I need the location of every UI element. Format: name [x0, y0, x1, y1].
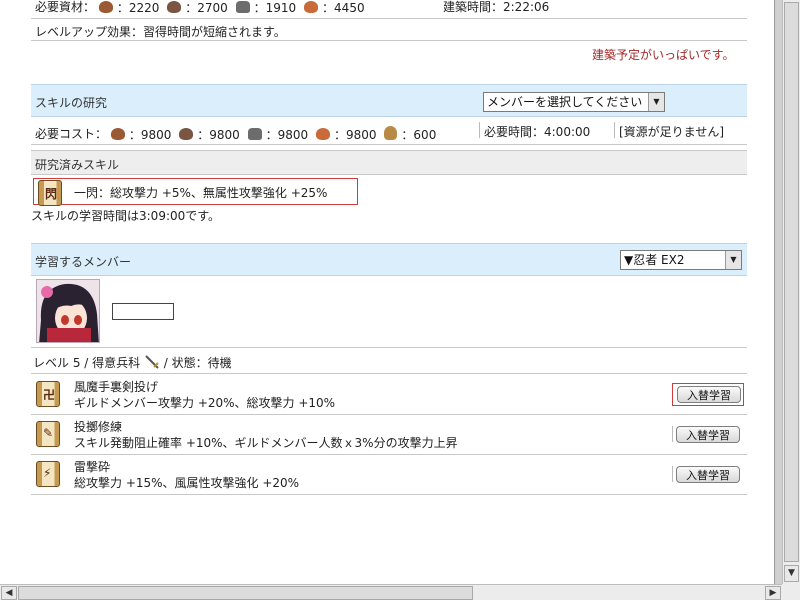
skill-desc: ギルドメンバー攻撃力 +20%、総攻撃力 +10%	[74, 396, 336, 410]
queue-full-message: 建築予定がいっぱいです。	[592, 48, 735, 62]
research-title: スキルの研究	[35, 96, 108, 110]
skill-name: 投擲修練	[74, 420, 123, 434]
wood-icon	[110, 128, 125, 140]
horizontal-scroll-thumb[interactable]	[18, 586, 473, 600]
skill-name: 風魔手裏剣投げ	[74, 380, 159, 394]
skill-row: ✎ 投擲修練 スキル発動阻止確率 +10%、ギルドメンバー人数ｘ3%分の攻撃力上…	[31, 415, 747, 455]
frame-border	[774, 0, 782, 584]
scroll-right-icon[interactable]: ▶	[765, 586, 781, 600]
cost-iron: 9800	[277, 128, 309, 142]
vertical-scroll-thumb[interactable]	[784, 2, 799, 562]
food-value: 4450	[334, 1, 365, 15]
vertical-scrollbar[interactable]: ▼	[782, 0, 800, 584]
learning-title: 学習するメンバー	[35, 255, 132, 269]
iron-icon	[235, 1, 250, 13]
horizontal-scrollbar[interactable]: ◀ ▶	[0, 584, 782, 600]
research-member-dropdown[interactable]: メンバーを選択してください ▼	[483, 92, 665, 112]
member-portrait-row	[31, 277, 747, 348]
wood-icon	[98, 1, 113, 13]
scroll-icon: 卍	[36, 381, 60, 407]
member-select[interactable]: ▼忍者 EX2	[620, 250, 742, 270]
stone-icon	[179, 128, 194, 140]
scroll-down-icon[interactable]: ▼	[784, 565, 799, 582]
cost-label: 必要コスト：	[35, 127, 108, 141]
scroll-icon: ⚡	[36, 461, 60, 487]
levelup-row: レベルアップ効果：習得時間が短縮されます。	[31, 20, 747, 41]
avatar	[36, 279, 100, 343]
swap-learn-highlight: 入替学習	[672, 383, 744, 406]
swap-learn-button[interactable]: 入替学習	[676, 426, 740, 443]
insufficient-resources: [資源が足りません]	[619, 125, 725, 139]
scroll-icon: ✎	[36, 421, 60, 447]
scrollbar-corner	[782, 584, 800, 600]
research-cost-row: 必要コスト： ：9800 ：9800 ：9800 ：9800 ：600 必要時間…	[31, 118, 747, 145]
skill-desc: 総攻撃力 +15%、風属性攻撃強化 +20%	[74, 476, 300, 490]
cost-gold: 600	[413, 128, 437, 142]
stone-icon	[167, 1, 182, 13]
swap-learn-button[interactable]: 入替学習	[677, 386, 741, 403]
level-specialty: レベル 5 / 得意兵科	[33, 356, 141, 370]
page-frame: 必要資材： ：2220 ：2700 ：1910 ：4450 建築時間：2:22:…	[0, 0, 782, 584]
cost-wood: 9800	[140, 128, 172, 142]
swap-learn-button[interactable]: 入替学習	[676, 466, 740, 483]
food-icon	[316, 128, 331, 140]
skill-desc: スキル発動阻止確率 +10%、ギルドメンバー人数ｘ3%分の攻撃力上昇	[74, 436, 458, 450]
levelup-effect: レベルアップ効果：習得時間が短縮されます。	[35, 25, 286, 39]
research-member-select[interactable]: メンバーを選択してください	[483, 92, 665, 112]
swap-learn-wrap: 入替学習	[672, 424, 744, 445]
skill-row: 卍 風魔手裏剣投げ ギルドメンバー攻撃力 +20%、総攻撃力 +10% 入替学習	[31, 375, 747, 415]
cost-food: 9800	[346, 128, 377, 142]
food-icon	[304, 1, 319, 13]
iron-icon	[247, 128, 262, 140]
scroll-left-icon[interactable]: ◀	[1, 586, 17, 600]
scroll-icon: 閃	[38, 180, 62, 206]
swap-learn-wrap: 入替学習	[672, 464, 744, 485]
researched-skill-text: 一閃：総攻撃力 +5%、無属性攻撃強化 +25%	[74, 186, 328, 200]
member-state: / 状態：待機	[163, 356, 232, 370]
research-section-header: スキルの研究 メンバーを選択してください ▼	[31, 84, 747, 117]
study-time-text: スキルの学習時間は3:09:00です。	[31, 209, 221, 223]
top-cost-row: 必要資材： ：2220 ：2700 ：1910 ：4450 建築時間：2:22:…	[31, 0, 747, 19]
researched-skill-box: 閃 一閃：総攻撃力 +5%、無属性攻撃強化 +25%	[33, 178, 358, 206]
member-name-box	[112, 303, 174, 320]
researched-skill-header: 研究済みスキル	[31, 150, 747, 175]
member-dropdown[interactable]: ▼忍者 EX2 ▼	[620, 250, 742, 270]
learning-section-header: 学習するメンバー ▼忍者 EX2 ▼	[31, 243, 747, 276]
required-materials-label: 必要資材	[35, 0, 84, 14]
member-status-row: レベル 5 / 得意兵科 / 状態：待機	[31, 349, 747, 374]
separator	[614, 122, 615, 138]
stone-value: 2700	[197, 1, 228, 15]
build-time: 建築時間：2:22:06	[443, 0, 550, 14]
sword-icon	[144, 355, 160, 369]
skill-name: 雷撃砕	[74, 460, 111, 474]
separator	[479, 122, 480, 138]
researched-title: 研究済みスキル	[35, 158, 120, 172]
cost-stone: 9800	[209, 128, 240, 142]
skill-row: ⚡ 雷撃砕 総攻撃力 +15%、風属性攻撃強化 +20% 入替学習	[31, 455, 747, 495]
required-time: 必要時間：4:00:00	[484, 125, 591, 139]
iron-value: 1910	[265, 1, 297, 15]
gold-bag-icon	[384, 126, 398, 140]
wood-value: 2220	[128, 1, 160, 15]
